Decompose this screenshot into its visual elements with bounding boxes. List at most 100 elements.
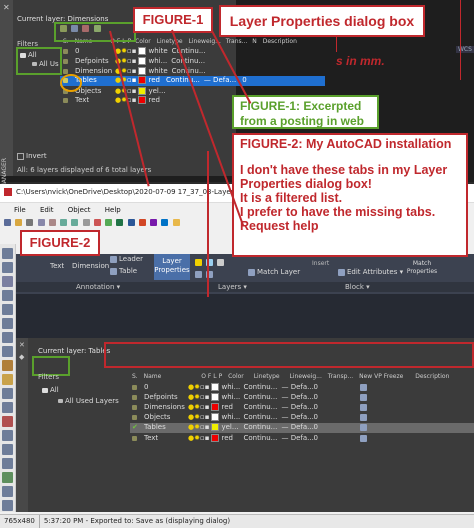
undo-icon[interactable] (60, 218, 68, 226)
table-row[interactable]: Text ●✹▫▪ red (63, 96, 238, 105)
vp-freeze-icon[interactable] (359, 423, 367, 431)
color-swatch[interactable] (211, 383, 220, 391)
grid-icon[interactable] (82, 218, 90, 226)
color-swatch[interactable] (138, 67, 147, 75)
drawing-canvas[interactable] (16, 294, 474, 338)
text-tool-button[interactable]: Text (50, 262, 64, 270)
scale-tool-icon[interactable] (2, 444, 13, 455)
layer-on-icon[interactable] (195, 258, 202, 266)
text-tool-icon[interactable] (2, 486, 13, 497)
open-icon[interactable] (15, 218, 23, 226)
color-swatch[interactable] (211, 403, 220, 411)
paste-icon[interactable] (48, 218, 56, 226)
copy-tool-icon[interactable] (2, 346, 13, 357)
block-panel-title[interactable]: Block ▾ (345, 283, 370, 291)
table-row[interactable]: 0 ●✹▫▪ whi... Continu... — Defa...0 (132, 383, 432, 392)
word-icon[interactable] (127, 218, 135, 226)
edit-attributes-button[interactable]: Edit Attributes ▾ (338, 268, 403, 276)
vp-freeze-icon[interactable] (359, 383, 367, 391)
color-swatch[interactable] (138, 57, 147, 65)
printer-icon[interactable]: ▪ (205, 434, 210, 442)
extend-tool-icon[interactable] (2, 388, 13, 399)
fillet-tool-icon[interactable] (2, 458, 13, 469)
printer-icon[interactable]: ▪ (205, 393, 210, 401)
table-row[interactable]: Text ●✹▫▪ red Continu... — Defa...0 (132, 434, 432, 443)
powerpoint-icon[interactable] (138, 218, 146, 226)
layer-lock-icon[interactable] (217, 258, 225, 266)
printer-icon[interactable]: ▪ (205, 403, 210, 411)
printer-icon[interactable]: ▪ (132, 67, 137, 75)
print-icon[interactable] (26, 218, 34, 226)
tree-all[interactable]: All (42, 386, 59, 394)
table-row[interactable]: Objects ●✹▫▪ whi... Continu... — Defa...0 (132, 413, 432, 422)
leader-button[interactable]: Leader (110, 255, 143, 263)
dimension-button[interactable]: Dimension (72, 262, 109, 270)
table-row[interactable]: 0 ●✹▫▪ white Continu... (63, 47, 238, 56)
color-swatch[interactable] (211, 423, 220, 431)
outlook-icon[interactable] (161, 218, 169, 226)
pin-icon[interactable]: ◆ (19, 353, 24, 361)
explode-tool-icon[interactable] (2, 472, 13, 483)
move-tool-icon[interactable] (2, 332, 13, 343)
tab-insert[interactable]: Insert (312, 260, 329, 267)
match-layer-button[interactable]: Match Layer (248, 268, 300, 276)
close-icon[interactable]: ✕ (3, 3, 10, 12)
table-row[interactable]: Dimension●✹▫▪whiteContinu... (63, 67, 238, 76)
color-swatch[interactable] (138, 47, 147, 55)
polyline-tool-icon[interactable] (2, 262, 13, 273)
ortho-icon[interactable] (105, 218, 113, 226)
array-tool-icon[interactable] (2, 430, 13, 441)
invert-checkbox[interactable]: Invert (17, 152, 47, 160)
line-tool-icon[interactable] (2, 248, 13, 259)
snap-icon[interactable] (93, 218, 101, 226)
dimension-tool-icon[interactable] (2, 500, 13, 511)
rotate-tool-icon[interactable] (2, 360, 13, 371)
trim-tool-icon[interactable] (2, 374, 13, 385)
hatch-tool-icon[interactable] (2, 318, 13, 329)
color-swatch[interactable] (211, 413, 220, 421)
color-swatch[interactable] (211, 434, 220, 442)
vp-freeze-icon[interactable] (359, 413, 367, 421)
printer-icon[interactable]: ▪ (205, 413, 210, 421)
printer-icon[interactable]: ▪ (205, 383, 210, 391)
folder-icon[interactable] (172, 218, 180, 226)
table-row[interactable]: Objects●✹▫▪yel... (63, 87, 238, 96)
arc-tool-icon[interactable] (2, 290, 13, 301)
layer-properties-button[interactable]: Layer Properties (154, 254, 190, 280)
menu-edit[interactable]: Edit (40, 206, 54, 214)
vp-freeze-icon[interactable] (359, 393, 367, 401)
annotation-panel-title[interactable]: Annotation ▾ (76, 283, 120, 291)
printer-icon[interactable]: ▪ (132, 76, 137, 84)
redo-icon[interactable] (71, 218, 79, 226)
table-button[interactable]: Table (110, 267, 137, 275)
printer-icon[interactable]: ▪ (205, 423, 210, 431)
vp-freeze-icon[interactable] (359, 434, 367, 442)
color-swatch[interactable] (138, 96, 147, 104)
color-swatch[interactable] (138, 76, 147, 84)
menu-object[interactable]: Object (68, 206, 91, 214)
vp-freeze-icon[interactable] (359, 403, 367, 411)
layer-iso-icon[interactable] (195, 270, 202, 278)
menu-file[interactable]: File (14, 206, 26, 214)
close-icon[interactable]: ✕ (19, 341, 25, 349)
chevron-down-icon[interactable]: ▾ (397, 268, 404, 276)
copy-icon[interactable] (37, 218, 45, 226)
table-row-selected[interactable]: ✔ Tables ●✹▫▪ yel... Continu... — Defa...0 (130, 423, 474, 433)
table-row[interactable]: Defpoints●✹▫▪whi...Continu... (63, 57, 238, 66)
layers-panel-title[interactable]: Layers ▾ (218, 283, 247, 291)
onenote-icon[interactable] (150, 218, 158, 226)
table-row[interactable]: Dimensions ●✹▫▪ red Continu... — Defa...0 (132, 403, 432, 412)
printer-icon[interactable]: ▪ (132, 57, 137, 65)
circle-tool-icon[interactable] (2, 276, 13, 287)
printer-icon[interactable]: ▪ (132, 96, 137, 104)
color-swatch[interactable] (211, 393, 220, 401)
match-properties-button[interactable]: Match Properties (404, 260, 440, 276)
rect-tool-icon[interactable] (2, 304, 13, 315)
save-icon[interactable] (4, 218, 11, 226)
menu-help[interactable]: Help (105, 206, 121, 214)
printer-icon[interactable]: ▪ (132, 47, 137, 55)
table-row[interactable]: Defpoints ●✹▫▪ whi... Continu... — Defa...0 (132, 393, 432, 402)
printer-icon[interactable]: ▪ (132, 87, 137, 95)
excel-icon[interactable] (116, 218, 124, 226)
offset-tool-icon[interactable] (2, 416, 13, 427)
